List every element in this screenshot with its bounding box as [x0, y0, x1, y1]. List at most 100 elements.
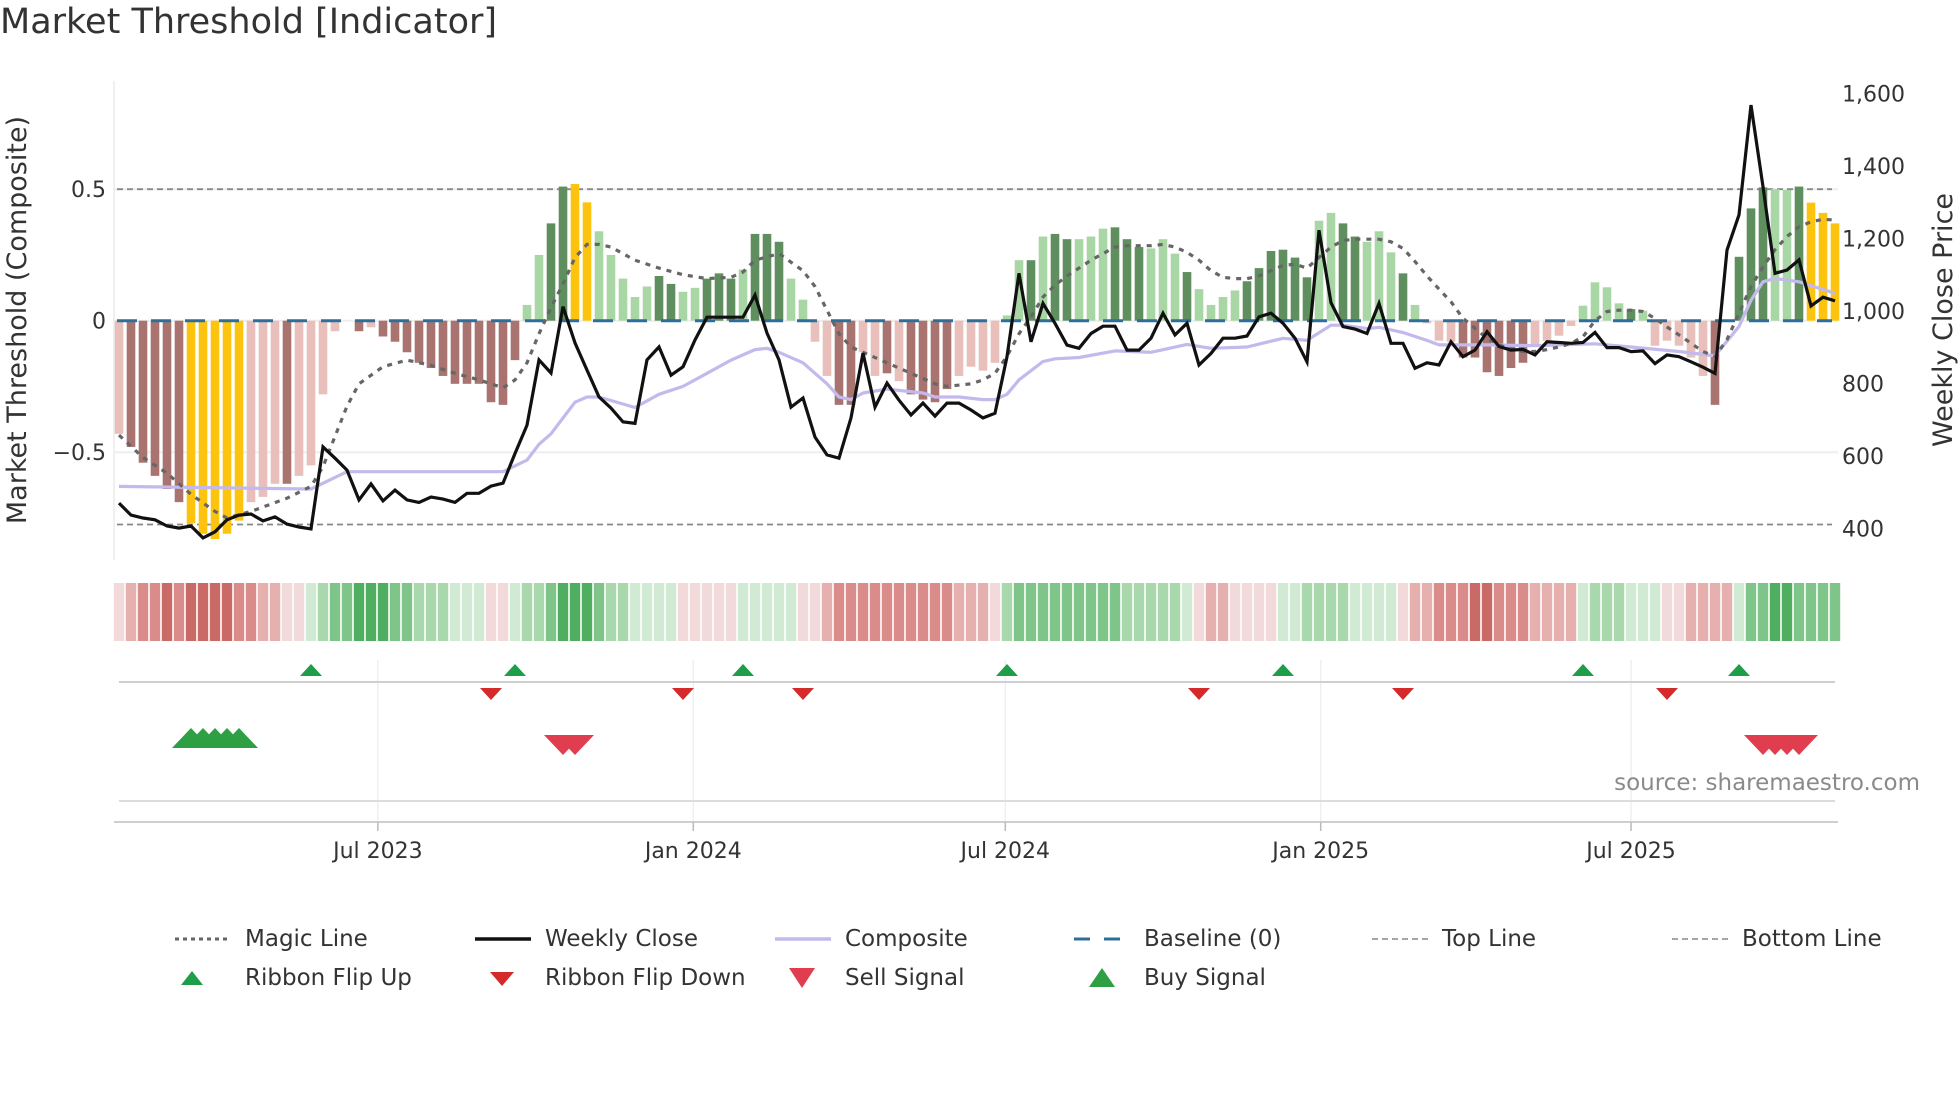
composite-bar — [486, 320, 496, 403]
ribbon-cell — [1505, 583, 1517, 641]
ribbon-cell — [401, 583, 413, 641]
ribbon-cell — [173, 583, 185, 641]
ribbon-cell — [917, 583, 929, 641]
ribbon-cell — [449, 583, 461, 641]
solid-line-icon — [475, 937, 531, 941]
ribbon-cell — [1313, 583, 1325, 641]
composite-bar — [918, 320, 928, 400]
ribbon-cell — [1637, 583, 1649, 641]
composite-bar — [678, 291, 688, 321]
ribbon-flip-up-marker — [1572, 664, 1594, 676]
right-axis-tick-label: 600 — [1842, 445, 1884, 470]
composite-bar — [1446, 320, 1456, 342]
ribbon-cell — [509, 583, 521, 641]
x-tick-label: Jan 2025 — [1270, 839, 1369, 864]
ribbon-cell — [413, 583, 425, 641]
ribbon-cell — [1625, 583, 1637, 641]
composite-bar — [222, 320, 232, 534]
x-tick-label: Jul 2023 — [331, 839, 423, 864]
ribbon-cell — [797, 583, 809, 641]
ribbon-cell — [1649, 583, 1661, 641]
right-axis-tick-label: 1,200 — [1842, 228, 1905, 253]
ribbon-cell — [1133, 583, 1145, 641]
composite-bar — [138, 320, 148, 463]
ribbon-cell — [1001, 583, 1013, 641]
ribbon-cell — [1541, 583, 1553, 641]
ribbon-cell — [941, 583, 953, 641]
triangle-down-icon — [490, 972, 514, 986]
ribbon-cell — [617, 583, 629, 641]
ribbon-cell — [317, 583, 329, 641]
composite-bar — [1410, 304, 1420, 321]
ribbon-cell — [497, 583, 509, 641]
ribbon-flip-down-marker — [792, 688, 814, 700]
legend-label: Weekly Close — [545, 926, 698, 952]
ribbon-cell — [233, 583, 245, 641]
composite-bar — [942, 320, 952, 390]
ribbon-cell — [1349, 583, 1361, 641]
composite-bar — [1110, 227, 1120, 321]
ribbon-cell — [1277, 583, 1289, 641]
legend-label: Buy Signal — [1144, 965, 1266, 991]
composite-bar — [1290, 257, 1300, 321]
ribbon-cell — [1733, 583, 1745, 641]
ribbon-cell — [1085, 583, 1097, 641]
right-axis-label: Weekly Close Price — [1928, 193, 1959, 447]
ribbon-cell — [161, 583, 173, 641]
ribbon-flip-up-marker — [996, 664, 1018, 676]
ribbon-cell — [713, 583, 725, 641]
composite-bar — [1830, 223, 1840, 321]
legend-bottom-line: Bottom Line — [1672, 926, 1882, 952]
composite-bar — [1098, 228, 1108, 321]
ribbon-cell — [533, 583, 545, 641]
ribbon-layer — [113, 583, 1841, 641]
ribbon-cell — [221, 583, 233, 641]
ribbon-cell — [1481, 583, 1493, 641]
composite-bar — [702, 278, 712, 321]
composite-bar — [1530, 320, 1540, 347]
ribbon-flip-down-marker — [480, 688, 502, 700]
composite-bar — [1734, 256, 1744, 321]
composite-bar — [966, 320, 976, 367]
composite-bar — [294, 320, 304, 476]
legend-composite: Composite — [775, 926, 968, 952]
composite-bar — [1782, 189, 1792, 321]
ribbon-cell — [1433, 583, 1445, 641]
ribbon-cell — [1409, 583, 1421, 641]
triangle-up-icon — [181, 971, 203, 985]
ribbon-cell — [1757, 583, 1769, 641]
ribbon-cell — [1385, 583, 1397, 641]
composite-bar — [246, 320, 256, 503]
triangle-up-icon — [1089, 968, 1115, 987]
ribbon-cell — [545, 583, 557, 641]
composite-bar — [810, 320, 820, 342]
composite-bar — [1242, 281, 1252, 321]
composite-bar — [906, 320, 916, 395]
ribbon-cell — [653, 583, 665, 641]
ribbon-cell — [833, 583, 845, 641]
x-tick-label: Jan 2024 — [643, 839, 742, 864]
composite-bar — [1818, 212, 1828, 321]
composite-bar — [1542, 320, 1552, 341]
composite-bar — [438, 320, 448, 376]
composite-bar — [546, 223, 556, 321]
composite-bar — [1206, 304, 1216, 321]
composite-bar — [126, 320, 136, 447]
legend-ribbon-flip-up: Ribbon Flip Up — [175, 965, 412, 991]
ribbon-cell — [1361, 583, 1373, 641]
composite-bar — [1062, 239, 1072, 321]
ribbon-cell — [1061, 583, 1073, 641]
dashed-blue-line-icon — [1074, 937, 1130, 941]
composite-bar — [498, 320, 508, 405]
ribbon-cell — [821, 583, 833, 641]
composite-bar — [606, 254, 616, 321]
dotted-line-icon — [175, 937, 231, 941]
composite-bar — [642, 286, 652, 321]
ribbon-cell — [1253, 583, 1265, 641]
ribbon-cell — [665, 583, 677, 641]
composite-bar — [306, 320, 316, 466]
composite-bar — [318, 320, 328, 395]
ribbon-cell — [989, 583, 1001, 641]
ribbon-cell — [569, 583, 581, 641]
ribbon-cell — [305, 583, 317, 641]
